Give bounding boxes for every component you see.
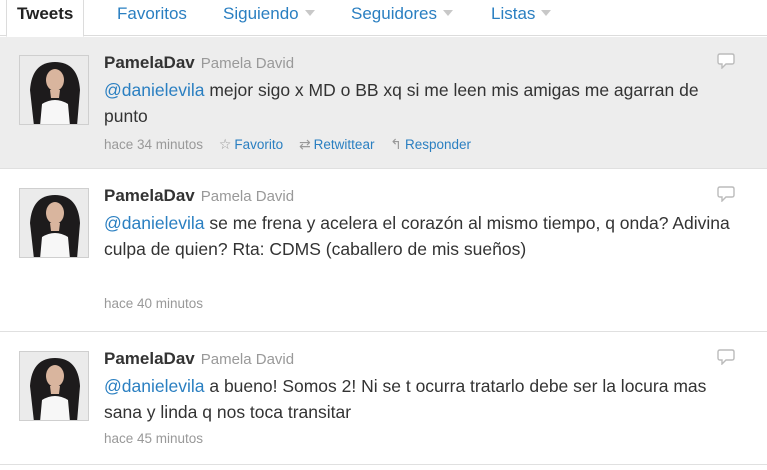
caret-down-icon: [304, 10, 315, 16]
mention-link[interactable]: @danielevila: [104, 213, 204, 233]
full-name: Pamela David: [200, 55, 295, 72]
tweet-text: @danielevila a bueno! Somos 2! Ni se t o…: [104, 373, 744, 425]
tweet-text: @danielevila se me frena y acelera el co…: [104, 210, 744, 262]
screen-name[interactable]: PamelaDav: [104, 349, 195, 368]
favorite-label: Favorito: [234, 137, 284, 152]
caret-down-icon: [443, 10, 454, 16]
retweet-label: Retwittear: [313, 137, 375, 152]
tab-listas[interactable]: Listas: [491, 0, 552, 36]
speech-bubble-icon[interactable]: [717, 53, 735, 69]
full-name: Pamela David: [200, 351, 295, 368]
star-icon: ☆: [218, 136, 232, 152]
full-name: Pamela David: [200, 188, 295, 205]
tab-favoritos-label: Favoritos: [117, 4, 187, 23]
retweet-icon: ⇄: [298, 136, 311, 152]
mention-link[interactable]: @danielevila: [104, 376, 204, 396]
avatar[interactable]: [19, 188, 89, 258]
tab-seguidores-label: Seguidores: [351, 4, 438, 23]
tweet-timestamp[interactable]: hace 40 minutos: [104, 296, 203, 311]
favorite-button[interactable]: ☆ Favorito: [218, 136, 284, 152]
tweet-item[interactable]: PamelaDav Pamela David @danielevila mejor…: [0, 37, 767, 169]
speech-bubble-icon[interactable]: [717, 186, 735, 202]
tweet-item[interactable]: PamelaDav Pamela David @danielevila se me…: [0, 170, 767, 332]
reply-arrow-icon: ↰: [390, 136, 402, 152]
tweet-header: PamelaDav Pamela David: [104, 186, 294, 206]
tweet-item[interactable]: PamelaDav Pamela David @danielevila a bue…: [0, 333, 767, 465]
tweet-timestamp[interactable]: hace 34 minutos: [104, 137, 203, 152]
reply-label: Responder: [404, 137, 471, 152]
tab-favoritos[interactable]: Favoritos: [117, 0, 187, 36]
tweet-meta: hace 40 minutos: [104, 296, 203, 311]
tab-siguiendo-label: Siguiendo: [223, 4, 299, 23]
retweet-button[interactable]: ⇄ Retwittear: [298, 136, 375, 152]
tweet-header: PamelaDav Pamela David: [104, 349, 294, 369]
tweet-text: @danielevila mejor sigo x MD o BB xq si …: [104, 77, 744, 129]
tweet-meta: hace 45 minutos: [104, 431, 203, 446]
avatar[interactable]: [19, 351, 89, 421]
tab-seguidores[interactable]: Seguidores: [351, 0, 454, 36]
avatar[interactable]: [19, 55, 89, 125]
screen-name[interactable]: PamelaDav: [104, 186, 195, 205]
tweet-meta: hace 34 minutos ☆ Favorito ⇄ Retwittear ↰ R…: [104, 136, 471, 153]
tweet-header: PamelaDav Pamela David: [104, 53, 294, 73]
caret-down-icon: [541, 10, 552, 16]
tab-listas-label: Listas: [491, 4, 536, 23]
tweet-timestamp[interactable]: hace 45 minutos: [104, 431, 203, 446]
tab-siguiendo[interactable]: Siguiendo: [223, 0, 315, 36]
speech-bubble-icon[interactable]: [717, 349, 735, 365]
screen-name[interactable]: PamelaDav: [104, 53, 195, 72]
tab-tweets[interactable]: Tweets: [6, 0, 85, 37]
reply-button[interactable]: ↰ Responder: [390, 136, 471, 152]
tab-tweets-label: Tweets: [17, 4, 74, 23]
mention-link[interactable]: @danielevila: [104, 80, 204, 100]
profile-tabbar: Tweets Favoritos Siguiendo Seguidores Li…: [0, 0, 767, 37]
